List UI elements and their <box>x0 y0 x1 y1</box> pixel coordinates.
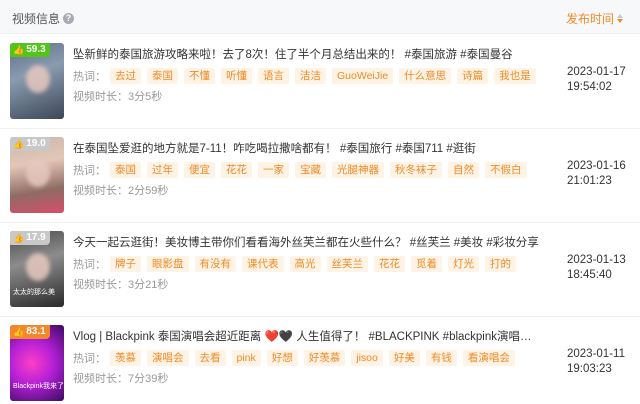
score-badge: 👍 83.1 <box>10 325 50 339</box>
hot-word-tag: 去看 <box>194 349 226 366</box>
video-thumbnail[interactable]: 👍 59.3 <box>10 43 64 119</box>
hot-word-tag: 语言 <box>258 67 289 84</box>
sort-icon <box>617 14 624 23</box>
hot-word-tag: 我也是 <box>494 67 536 84</box>
video-title[interactable]: 坠新鲜的泰国旅游攻略来啦！去了8次！住了半个月总结出来的！ #泰国旅游 #泰国曼… <box>73 47 543 63</box>
hot-word-tag: 花花 <box>221 161 252 178</box>
table-header: 视频信息 ? 发布时间 <box>0 0 640 34</box>
hot-words-label: 热词： <box>73 164 106 177</box>
hot-word-tag: jisoo <box>351 349 383 366</box>
hot-word-tag: 演唱会 <box>147 349 189 366</box>
hot-word-tag: 羡慕 <box>110 349 141 366</box>
hot-word-tag: 洁洁 <box>295 67 326 84</box>
hot-word-tag: 打的 <box>485 255 516 272</box>
video-duration: 视频时长：7分39秒 <box>73 373 169 385</box>
thumbnail-person <box>26 159 50 187</box>
hot-word-tag: 泰国 <box>147 67 178 84</box>
hot-word-tag: 不假白 <box>485 161 527 178</box>
hot-word-tag: 一家 <box>258 161 289 178</box>
video-thumbnail[interactable]: 👍 19.0 <box>10 137 64 213</box>
table-row[interactable]: 👍 59.3 坠新鲜的泰国旅游攻略来啦！去了8次！住了半个月总结出来的！ #泰国旅… <box>0 35 640 129</box>
hot-word-tag: 有钱 <box>425 349 457 366</box>
hot-words-label: 热词： <box>73 258 106 271</box>
table-row[interactable]: 👍 17.9 太太的那么美 今天一起云逛街！美妆博主带你们看看海外丝芙兰都在火些什… <box>0 223 640 317</box>
hot-word-tag: pink <box>231 349 261 366</box>
hot-word-tag: 好羡慕 <box>303 349 346 366</box>
help-icon[interactable]: ? <box>63 13 75 24</box>
video-title[interactable]: Vlog | Blackpink 泰国演唱会超近距离 ❤️🖤 人生值得了！ #B… <box>73 329 543 345</box>
publish-date: 2023-01-11 19:03:23 <box>567 348 625 375</box>
video-duration: 视频时长：2分59秒 <box>73 185 169 197</box>
publish-time-sort-button[interactable]: 发布时间 <box>566 10 624 27</box>
video-thumbnail[interactable]: 👍 17.9 太太的那么美 <box>10 231 64 307</box>
score-badge: 👍 17.9 <box>10 231 50 245</box>
hot-word-tag: 丝芙兰 <box>326 255 368 272</box>
hot-word-tag: 秋冬袜子 <box>390 161 442 178</box>
hot-word-tag: 牌子 <box>110 255 141 272</box>
hot-word-tag: 好想 <box>266 349 298 366</box>
video-thumbnail[interactable]: 👍 83.1 Blackpink我来了 <box>10 325 64 401</box>
hot-word-tag: 诗篇 <box>457 67 489 84</box>
publish-date: 2023-01-16 21:01:23 <box>567 160 626 187</box>
hot-word-tag: 高光 <box>289 255 321 272</box>
thumbnail-person <box>26 65 50 93</box>
hot-word-tag: 灯光 <box>448 255 479 272</box>
hot-word-tag: 听懂 <box>221 67 252 84</box>
thumbnail-person <box>26 253 50 281</box>
hot-word-tag: 过年 <box>147 161 178 178</box>
video-duration: 视频时长：3分21秒 <box>73 279 169 291</box>
hot-word-tag: 好美 <box>388 349 420 366</box>
hot-word-tag: 什么意思 <box>399 67 452 84</box>
table-row[interactable]: 👍 83.1 Blackpink我来了 Vlog | Blackpink 泰国演唱… <box>0 317 640 404</box>
hot-words-tags: 羡慕 演唱会 去看 pink 好想 好羡慕 jisoo 好美 有钱 看演唱会 <box>110 349 521 366</box>
hot-word-tag: 去过 <box>110 67 141 84</box>
hot-words-label: 热词： <box>73 352 106 365</box>
hot-word-tag: 花花 <box>374 255 405 272</box>
hot-word-tag: 便宜 <box>184 161 215 178</box>
video-info-label: 视频信息 <box>12 12 61 26</box>
thumbs-up-icon: 👍 <box>13 327 25 337</box>
thumbs-up-icon: 👍 <box>13 233 25 243</box>
video-title[interactable]: 今天一起云逛街！美妆博主带你们看看海外丝芙兰都在火些什么？ #丝芙兰 #美妆 #… <box>73 235 543 251</box>
hot-words-label: 热词： <box>73 70 106 83</box>
video-duration: 视频时长：3分5秒 <box>73 91 163 103</box>
score-badge: 👍 19.0 <box>10 137 50 151</box>
hot-word-tag: 光腿神器 <box>332 161 384 178</box>
hot-word-tag: 自然 <box>448 161 479 178</box>
thumbs-up-icon: 👍 <box>13 139 25 149</box>
hot-word-tag: 觅着 <box>411 255 442 272</box>
video-title[interactable]: 在泰国坠爱逛的地方就是7-11！咋吃喝拉撒啥都有！ #泰国旅行 #泰国711 #… <box>73 141 543 157</box>
hot-words-tags: 去过 泰国 不懂 听懂 语言 洁洁 GuoWeiJie 什么意思 诗篇 我也是 <box>110 67 542 84</box>
publish-date: 2023-01-13 18:45:40 <box>567 254 626 281</box>
publish-time-label: 发布时间 <box>566 12 615 26</box>
thumbs-up-icon: 👍 <box>13 45 25 55</box>
hot-word-tag: 眼影盘 <box>147 255 189 272</box>
hot-word-tag: 泰国 <box>110 161 141 178</box>
thumbnail-caption: 太太的那么美 <box>13 289 55 296</box>
table-row[interactable]: 👍 19.0 在泰国坠爱逛的地方就是7-11！咋吃喝拉撒啥都有！ #泰国旅行 #泰… <box>0 129 640 223</box>
hot-word-tag: 有没有 <box>194 255 236 272</box>
hot-word-tag: GuoWeiJie <box>332 67 394 84</box>
hot-word-tag: 课代表 <box>242 255 284 272</box>
score-badge: 👍 59.3 <box>10 43 50 57</box>
hot-word-tag: 看演唱会 <box>462 349 515 366</box>
hot-word-tag: 宝藏 <box>295 161 326 178</box>
hot-words-tags: 泰国 过年 便宜 花花 一家 宝藏 光腿神器 秋冬袜子 自然 不假白 <box>110 161 533 178</box>
hot-words-tags: 牌子 眼影盘 有没有 课代表 高光 丝芙兰 花花 觅着 灯光 打的 <box>110 255 522 272</box>
publish-date: 2023-01-17 19:54:02 <box>567 66 626 93</box>
video-info-header: 视频信息 ? <box>12 10 75 27</box>
thumbnail-caption: Blackpink我来了 <box>13 383 64 390</box>
hot-word-tag: 不懂 <box>184 67 215 84</box>
